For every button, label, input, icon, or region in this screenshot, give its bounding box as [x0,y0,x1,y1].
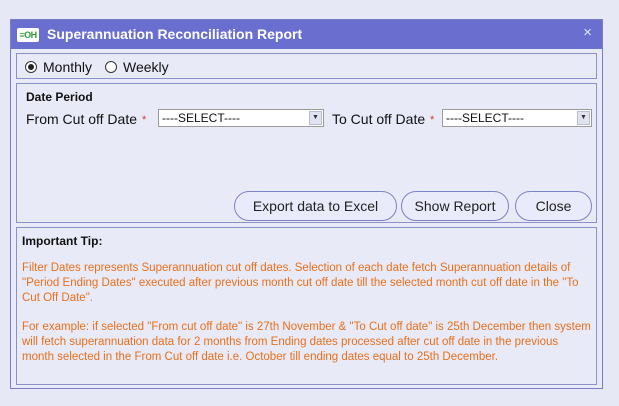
close-icon[interactable]: × [583,24,592,41]
to-cutoff-select[interactable]: ----SELECT---- ▼ [442,109,592,127]
monthly-radio-label: Monthly [43,59,93,75]
weekly-radio[interactable]: Weekly [105,59,169,75]
app-logo-icon: ≡OH [17,28,39,42]
radio-selected-icon [25,61,37,73]
tip-example-paragraph: For example: if selected "From cut off d… [22,321,591,363]
chevron-down-icon[interactable]: ▼ [309,111,322,125]
chevron-down-icon[interactable]: ▼ [577,111,590,125]
from-cutoff-select[interactable]: ----SELECT---- ▼ [158,109,324,127]
weekly-radio-label: Weekly [123,59,169,75]
dialog-title: Superannuation Reconciliation Report [47,26,303,42]
export-excel-button[interactable]: Export data to Excel [234,191,397,221]
frequency-radio-group: Monthly Weekly [16,53,597,79]
from-required-marker: * [142,114,147,126]
important-tip-panel: Important Tip: Filter Dates represents S… [16,227,597,385]
from-cutoff-label: From Cut off Date [26,111,138,127]
close-button[interactable]: Close [515,191,592,221]
radio-unselected-icon [105,61,117,73]
show-report-button[interactable]: Show Report [401,191,509,221]
to-required-marker: * [430,114,435,126]
to-cutoff-value: ----SELECT---- [446,111,524,125]
from-cutoff-value: ----SELECT---- [162,111,240,125]
to-cutoff-label: To Cut off Date [332,111,426,127]
monthly-radio[interactable]: Monthly [25,59,92,75]
date-filter-panel: Date Period From Cut off Date * ----SELE… [16,83,597,223]
date-period-heading: Date Period [26,90,93,104]
report-dialog: ≡OH Superannuation Reconciliation Report… [10,19,603,389]
tip-paragraph: Filter Dates represents Superannuation c… [22,262,579,304]
title-bar[interactable]: ≡OH Superannuation Reconciliation Report… [11,20,602,49]
tip-heading: Important Tip: [22,234,103,248]
